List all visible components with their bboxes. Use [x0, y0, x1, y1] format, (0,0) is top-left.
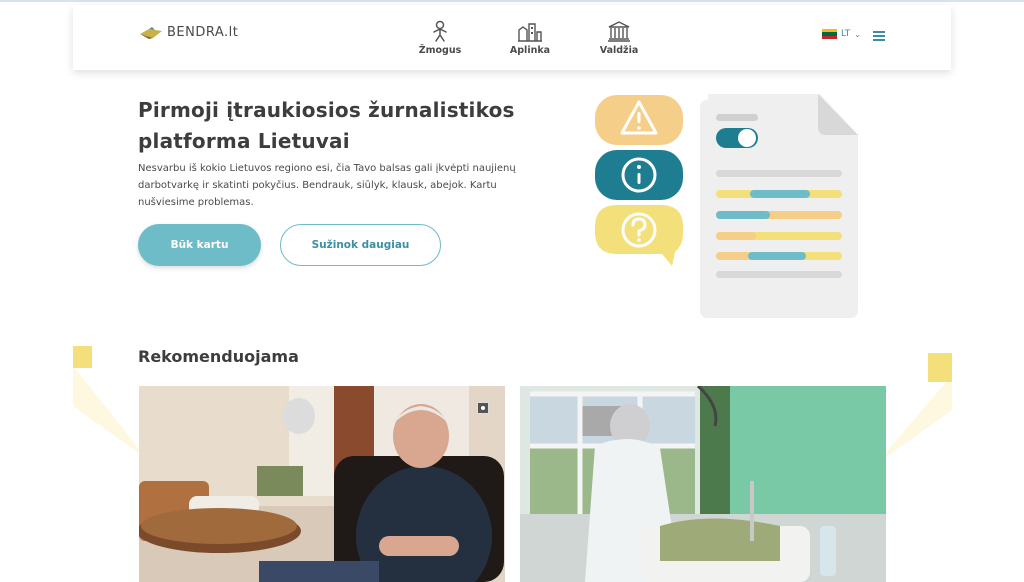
nav-label: Valdžia	[599, 45, 639, 56]
hamburger-menu-icon[interactable]	[873, 31, 885, 43]
document-fold	[818, 94, 858, 135]
government-building-icon	[608, 21, 630, 42]
top-border	[0, 0, 1024, 2]
nav-label: Žmogus	[418, 45, 462, 56]
site-header: BENDRA.lt Žmogus Aplinka Valdžia LT ⌄	[73, 5, 951, 70]
right-decoration	[882, 353, 952, 460]
environment-icon	[518, 23, 542, 42]
logo-icon	[140, 26, 162, 39]
lithuania-flag-icon	[822, 29, 837, 39]
language-code: LT	[841, 29, 851, 39]
elderly-man-photo	[139, 386, 505, 582]
language-selector[interactable]: LT ⌄	[822, 29, 861, 39]
lock-icon	[477, 402, 489, 414]
hospital-ward-photo	[520, 386, 886, 582]
hero-title: Pirmoji įtraukiosios žurnalistikos platf…	[138, 98, 515, 153]
person-icon	[433, 20, 447, 42]
nav-item-aplinka[interactable]: Aplinka	[500, 20, 560, 56]
chevron-down-icon: ⌄	[854, 29, 861, 39]
nav-item-valdzia[interactable]: Valdžia	[589, 20, 649, 56]
nav-label: Aplinka	[509, 45, 551, 56]
recommended-title: Rekomenduojama	[138, 347, 299, 366]
hero-description: Nesvarbu iš kokio Lietuvos regiono esi, …	[138, 163, 516, 208]
learn-more-button[interactable]: Sužinok daugiau	[280, 224, 441, 266]
left-decoration	[73, 346, 143, 456]
recommended-card[interactable]	[139, 386, 505, 582]
logo-text: BENDRA.lt	[167, 25, 239, 40]
nav-item-zmogus[interactable]: Žmogus	[410, 20, 470, 56]
hero-illustration	[595, 94, 858, 318]
join-button[interactable]: Būk kartu	[138, 224, 261, 266]
recommended-card[interactable]	[520, 386, 886, 582]
site-logo[interactable]: BENDRA.lt	[139, 25, 238, 40]
